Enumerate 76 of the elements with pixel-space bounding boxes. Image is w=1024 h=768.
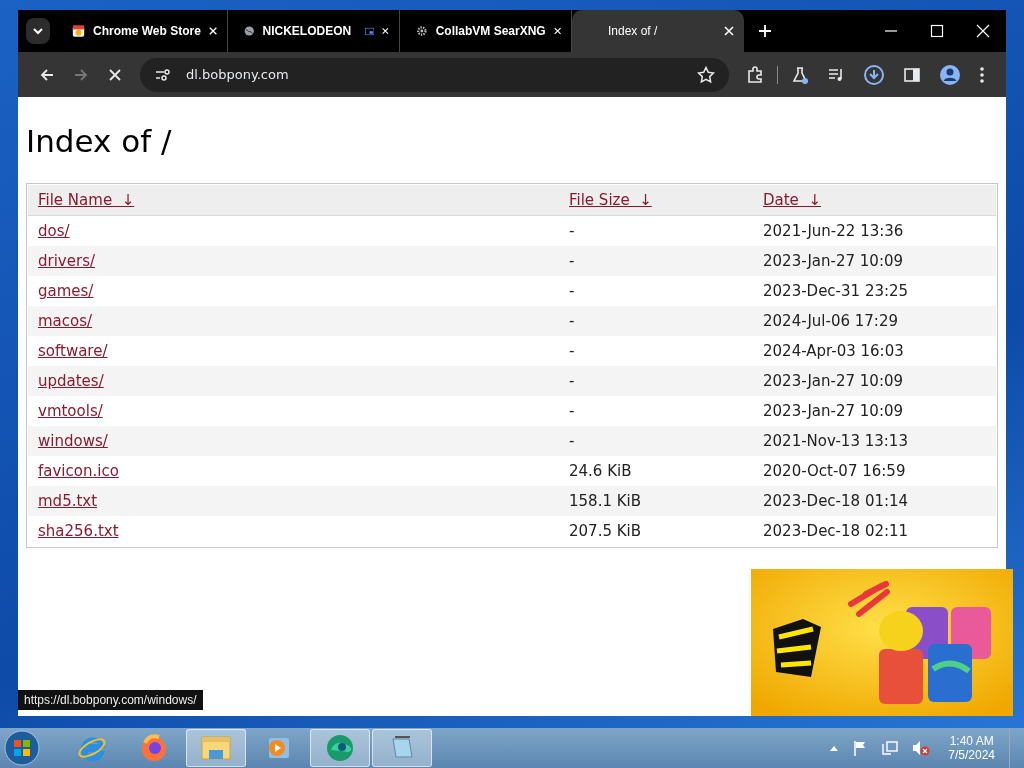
- table-cell: 158.1 KiB: [559, 486, 753, 516]
- forward-icon[interactable]: [73, 66, 89, 83]
- clock-time: 1:40 AM: [949, 734, 994, 748]
- table-cell-text: 2021-Jun-22 13:36: [762, 221, 905, 242]
- network-icon[interactable]: [882, 740, 899, 756]
- maximize-icon[interactable]: [930, 24, 944, 38]
- tab-title: NICKELODEON: [262, 24, 352, 38]
- table-cell: -: [559, 306, 753, 336]
- table-cell: 2021-Nov-13 13:13: [753, 426, 996, 456]
- back-icon[interactable]: [39, 66, 55, 83]
- table-cell-text: -: [568, 401, 576, 422]
- table-cell-text: -: [568, 341, 576, 362]
- tab-title: CollabVM SearXNG: [435, 24, 546, 38]
- menu-icon[interactable]: [979, 65, 985, 84]
- table-cell-text: 207.5 KiB: [568, 521, 642, 542]
- avatar-icon[interactable]: [939, 63, 961, 86]
- file-link[interactable]: games/: [38, 282, 94, 300]
- fox-globe-icon: [139, 733, 169, 763]
- close-tab-icon[interactable]: [553, 26, 561, 36]
- chevron-icon: [32, 27, 44, 35]
- table-cell-text: -: [568, 281, 576, 302]
- file-link[interactable]: dos/: [38, 222, 70, 240]
- table-cell: 2024-Jul-06 17:29: [753, 306, 996, 336]
- folder-icon: [200, 734, 232, 762]
- file-link[interactable]: sha256.txt: [38, 522, 119, 540]
- address-bar[interactable]: dl.bobpony.com: [140, 57, 729, 92]
- new-tab-icon[interactable]: [758, 24, 772, 38]
- star-icon[interactable]: [697, 65, 715, 84]
- clock-date: 7/5/2024: [948, 748, 995, 762]
- url-text: dl.bobpony.com: [186, 67, 289, 82]
- close-icon[interactable]: [976, 24, 990, 38]
- table-cell: 2023-Dec-18 01:14: [753, 486, 996, 516]
- page-heading: Index of /: [26, 123, 173, 159]
- table-cell-text: 2024-Apr-03 16:03: [762, 341, 905, 362]
- puzzle-icon[interactable]: [746, 65, 764, 84]
- site-settings-icon[interactable]: [154, 67, 172, 82]
- flask-icon[interactable]: [791, 65, 809, 84]
- file-link[interactable]: md5.txt: [38, 492, 98, 510]
- table-cell-text: 2023-Dec-31 23:25: [762, 281, 910, 302]
- file-link[interactable]: vmtools/: [38, 402, 103, 420]
- table-cell: -: [559, 246, 753, 276]
- side-panel-icon[interactable]: [903, 65, 921, 84]
- stop-icon[interactable]: [107, 66, 123, 83]
- tab-title: Chrome Web Store: [93, 24, 201, 38]
- table-cell: 2023-Jan-27 10:09: [753, 366, 996, 396]
- table-cell-text: 2020-Oct-07 16:59: [762, 461, 907, 482]
- store-icon: [72, 23, 86, 39]
- close-tab-icon[interactable]: [724, 26, 734, 36]
- table-cell-text: -: [568, 221, 576, 242]
- status-url-tooltip: https://dl.bobpony.com/windows/: [18, 690, 203, 710]
- download-icon[interactable]: [863, 63, 885, 86]
- tab-search-button[interactable]: [26, 18, 50, 44]
- file-link[interactable]: macos/: [38, 312, 93, 330]
- start-button[interactable]: [4, 730, 40, 766]
- volume-muted-icon[interactable]: [912, 740, 931, 756]
- tab-title: Index of /: [608, 24, 658, 38]
- table-cell-text: 24.6 KiB: [568, 461, 633, 482]
- globe-icon: [244, 23, 255, 39]
- taskbar-button[interactable]: [310, 729, 370, 767]
- file-link[interactable]: favicon.ico: [38, 462, 119, 480]
- browser-tab[interactable]: Index of /: [572, 10, 744, 52]
- file-link[interactable]: updates/: [38, 372, 104, 390]
- table-cell-text: 2023-Dec-18 02:11: [762, 521, 910, 542]
- column-sort-link[interactable]: File Name ↓: [38, 191, 135, 209]
- file-link[interactable]: drivers/: [38, 252, 95, 270]
- file-link[interactable]: software/: [38, 342, 108, 360]
- table-cell: -: [559, 426, 753, 456]
- table-cell-text: 2023-Jan-27 10:09: [762, 401, 905, 422]
- tray-caret-icon[interactable]: [830, 745, 839, 751]
- table-cell: 2023-Jan-27 10:09: [753, 246, 996, 276]
- close-tab-icon[interactable]: [208, 26, 217, 36]
- close-tab-icon[interactable]: [382, 26, 389, 36]
- gear-icon: [416, 23, 428, 39]
- file-link[interactable]: windows/: [38, 432, 108, 450]
- column-sort-link[interactable]: Date ↓: [763, 191, 821, 209]
- table-cell: -: [559, 366, 753, 396]
